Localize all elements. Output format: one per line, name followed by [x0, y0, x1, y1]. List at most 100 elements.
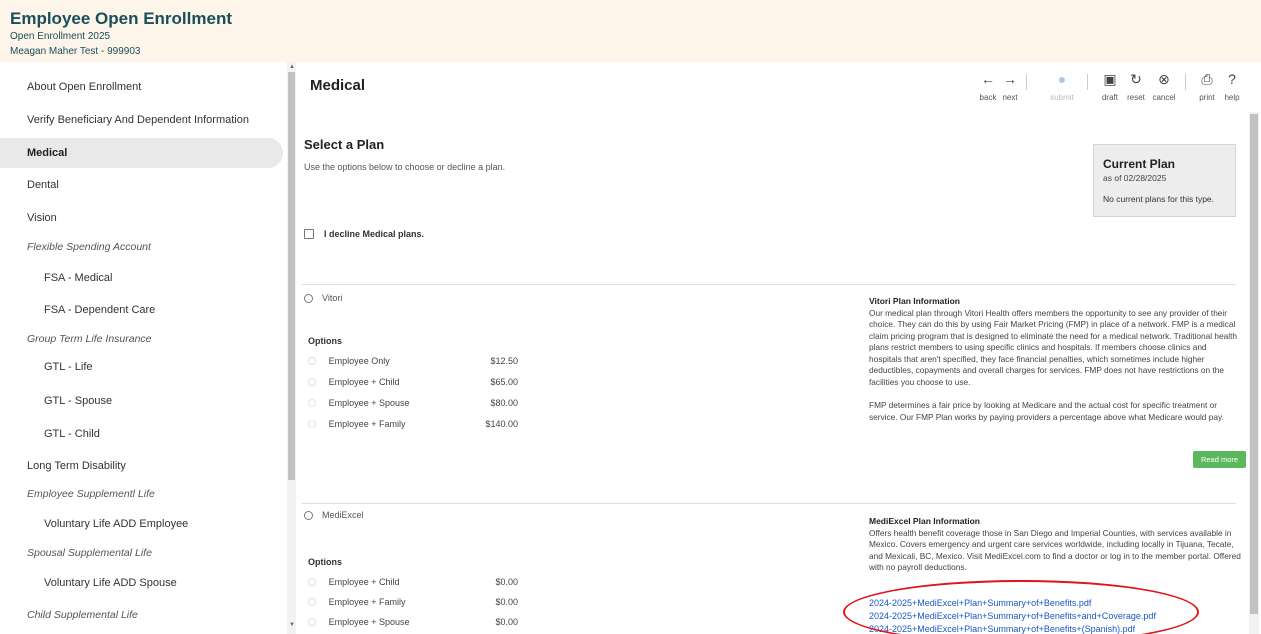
reset-label: reset — [1127, 93, 1145, 102]
sidebar-item-label: Voluntary Life ADD Spouse — [44, 577, 177, 589]
plan-option[interactable]: Employee + Family $140.00 — [308, 417, 518, 431]
sidebar-section-label: Spousal Supplemental Life — [27, 547, 152, 559]
next-button[interactable]: → next — [995, 70, 1025, 104]
option-price: $0.00 — [495, 617, 518, 627]
submit-label: submit — [1050, 93, 1074, 102]
sidebar-item-vision[interactable]: Vision — [27, 203, 57, 233]
select-plan-heading: Select a Plan — [304, 137, 385, 152]
option-radio[interactable] — [308, 357, 316, 365]
toolbar-divider — [1026, 74, 1027, 90]
enrollment-period: Open Enrollment 2025 — [10, 31, 111, 42]
app-title: Employee Open Enrollment — [10, 9, 232, 28]
plan-info-text: FMP determines a fair price by looking a… — [869, 400, 1224, 422]
current-plan-title: Current Plan — [1103, 157, 1176, 171]
option-name: Employee + Child — [328, 377, 400, 387]
radio-button[interactable] — [304, 510, 313, 520]
sidebar-section-child-supplemental-life: Child Supplemental Life — [27, 600, 138, 630]
plan-name: Vitori — [322, 293, 343, 303]
sidebar-item-voluntary-life-add-spouse[interactable]: Voluntary Life ADD Spouse — [44, 568, 177, 598]
sidebar-item-label: GTL - Child — [44, 428, 100, 440]
plan-radio-vitori[interactable]: Vitori — [304, 293, 342, 303]
sidebar-item-gtl-child[interactable]: GTL - Child — [44, 419, 100, 449]
sidebar-section-label: Child Supplemental Life — [27, 609, 138, 621]
read-more-button[interactable]: Read more — [1193, 451, 1246, 468]
option-name: Employee + Child — [328, 577, 400, 587]
sidebar-scrollbar-thumb[interactable] — [288, 72, 295, 480]
option-radio[interactable] — [308, 578, 316, 586]
reset-icon: ↻ — [1130, 71, 1142, 87]
scroll-down-icon[interactable]: ▼ — [289, 622, 295, 628]
toolbar-divider — [1087, 74, 1088, 90]
sidebar-item-fsa-dependent-care[interactable]: FSA - Dependent Care — [44, 295, 155, 325]
red-highlight-annotation — [843, 580, 1199, 634]
plan-option[interactable]: Employee Only $12.50 — [308, 354, 518, 368]
radio-button[interactable] — [304, 293, 313, 303]
sidebar-item-voluntary-life-add-employee[interactable]: Voluntary Life ADD Employee — [44, 509, 188, 539]
option-radio[interactable] — [308, 420, 316, 428]
decline-medical-option[interactable]: I decline Medical plans. — [304, 229, 424, 239]
reset-button[interactable]: ↻ reset — [1121, 70, 1151, 104]
sidebar-section-label: Flexible Spending Account — [27, 241, 151, 253]
sidebar-item-label: GTL - Life — [44, 361, 93, 373]
app-header: Employee Open Enrollment Open Enrollment… — [0, 0, 1261, 62]
main-scrollbar[interactable] — [1249, 112, 1259, 634]
option-name: Employee + Family — [328, 419, 406, 429]
help-icon: ? — [1228, 71, 1236, 87]
plan-info-title: Vitori Plan Information — [869, 296, 960, 306]
decline-checkbox[interactable] — [304, 229, 314, 239]
plan-option[interactable]: Employee + Child $65.00 — [308, 375, 518, 389]
sidebar-item-label: FSA - Dependent Care — [44, 304, 156, 316]
option-radio[interactable] — [308, 378, 316, 386]
options-label: Options — [308, 336, 342, 346]
sidebar-section-label: Employee Supplementl Life — [27, 488, 155, 500]
plan-option[interactable]: Employee + Spouse $80.00 — [308, 396, 518, 410]
cancel-icon: ⊗ — [1158, 71, 1170, 87]
arrow-right-icon: → — [1003, 71, 1017, 87]
current-plan-card: Current Plan as of 02/28/2025 No current… — [1093, 144, 1236, 217]
sidebar-section-employee-supplemental-life: Employee Supplementl Life — [27, 479, 155, 509]
mediexcel-plan-info: MediExcel Plan Information Offers health… — [869, 516, 1241, 574]
sidebar-item-label: Voluntary Life ADD Employee — [44, 518, 189, 530]
sidebar-item-label: FSA - Medical — [44, 272, 113, 284]
vitori-plan-info: Vitori Plan Information Our medical plan… — [869, 296, 1241, 444]
option-price: $65.00 — [490, 377, 518, 387]
sidebar-item-label: Medical — [27, 147, 68, 159]
option-name: Employee + Spouse — [328, 398, 410, 408]
sidebar-item-gtl-spouse[interactable]: GTL - Spouse — [44, 386, 112, 416]
option-radio[interactable] — [308, 598, 316, 606]
sidebar-item-label: Vision — [27, 212, 57, 224]
sidebar-section-flexible-spending: Flexible Spending Account — [27, 232, 151, 262]
option-price: $80.00 — [490, 398, 518, 408]
sidebar-item-medical[interactable]: Medical — [0, 138, 283, 168]
sidebar-item-verify-beneficiary[interactable]: Verify Beneficiary And Dependent Informa… — [27, 105, 249, 135]
scroll-up-icon[interactable]: ▲ — [289, 64, 295, 70]
submit-button[interactable]: ● submit — [1047, 70, 1077, 104]
option-radio[interactable] — [308, 618, 316, 626]
sidebar-scrollbar[interactable]: ▲ ▼ — [287, 62, 296, 634]
plan-info-title: MediExcel Plan Information — [869, 516, 980, 526]
plan-radio-mediexcel[interactable]: MediExcel — [304, 510, 364, 520]
option-name: Employee Only — [328, 356, 390, 366]
option-radio[interactable] — [308, 399, 316, 407]
option-name: Employee + Spouse — [328, 617, 410, 627]
plan-option[interactable]: Employee + Child $0.00 — [308, 575, 518, 589]
sidebar-item-long-term-disability[interactable]: Long Term Disability — [27, 451, 126, 481]
plan-option[interactable]: Employee + Family $0.00 — [308, 595, 518, 609]
current-plan-date: as of 02/28/2025 — [1103, 173, 1167, 183]
plan-option[interactable]: Employee + Spouse $0.00 — [308, 615, 518, 629]
help-label: help — [1224, 93, 1240, 102]
sidebar-item-gtl-life[interactable]: GTL - Life — [44, 352, 93, 382]
plan-info-text: Our medical plan through Vitori Health o… — [869, 307, 1238, 387]
cancel-button[interactable]: ⊗ cancel — [1149, 70, 1179, 104]
help-button[interactable]: ? help — [1217, 70, 1247, 104]
user-name: Meagan Maher Test - 999903 — [10, 46, 141, 57]
sidebar-section-group-term-life: Group Term Life Insurance — [27, 324, 152, 354]
main-scrollbar-thumb[interactable] — [1250, 114, 1258, 614]
sidebar-item-about-open-enrollment[interactable]: About Open Enrollment — [27, 72, 141, 102]
cancel-label: cancel — [1152, 93, 1176, 102]
sidebar-item-fsa-medical[interactable]: FSA - Medical — [44, 263, 112, 293]
plan-name: MediExcel — [322, 510, 364, 520]
sidebar-item-label: GTL - Spouse — [44, 395, 113, 407]
sidebar-item-dental[interactable]: Dental — [27, 170, 59, 200]
sidebar-item-label: Dental — [27, 179, 59, 191]
